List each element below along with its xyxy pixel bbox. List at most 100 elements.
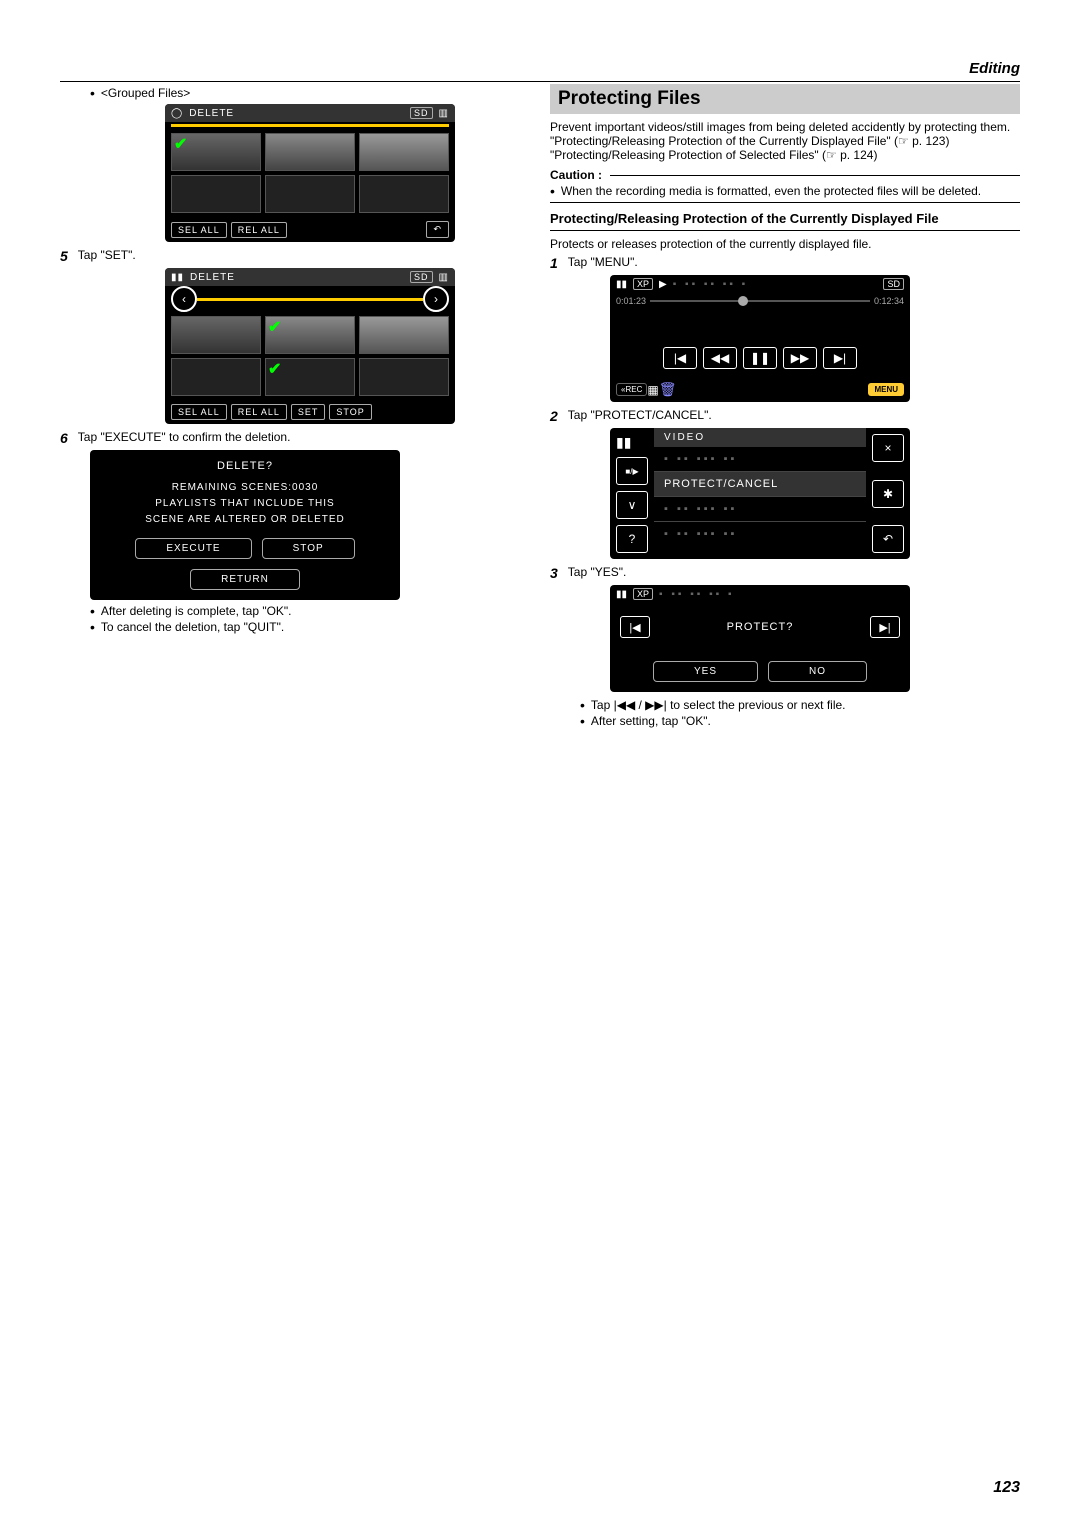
intro-text: Prevent important videos/still images fr…	[550, 120, 1020, 134]
video-icon: ▮▮	[616, 279, 627, 290]
caution-label: Caution :	[550, 168, 602, 182]
thumbnail[interactable]	[359, 316, 449, 354]
thumbnail[interactable]	[359, 175, 449, 213]
video-icon: ▮▮	[616, 589, 627, 600]
xp-badge: XP	[633, 278, 653, 290]
lcd-playback: ▮▮ XP ▶ ▪ ▪▪ ▪▪ ▪▪ ▪ SD 0:01:23 0:12:34 …	[610, 275, 910, 402]
protecting-files-title: Protecting Files	[550, 84, 1020, 114]
prev-file-button[interactable]: |◀	[620, 616, 650, 638]
step-number-5: 5	[60, 248, 68, 264]
back-button[interactable]: ↶	[426, 221, 449, 238]
thumbnail[interactable]	[171, 133, 261, 171]
ref-link-2: "Protecting/Releasing Protection of Sele…	[550, 148, 1020, 162]
step-number-2: 2	[550, 408, 558, 424]
lcd-video-menu: ▮▮ ■/▶ ∨ ? VIDEO ▪ ▪▪ ▪▪▪ ▪▪ PROTECT/CAN…	[610, 428, 910, 559]
rel-all-button[interactable]: REL ALL	[231, 222, 287, 238]
menu-item[interactable]: ▪ ▪▪ ▪▪▪ ▪▪	[654, 522, 866, 546]
lcd1-title: DELETE	[189, 108, 234, 119]
subsection-title: Protecting/Releasing Protection of the C…	[550, 211, 1020, 226]
trash-icon[interactable]: 🗑	[659, 381, 677, 398]
sd-icon: SD	[410, 107, 433, 119]
nav-note: Tap |◀◀ / ▶▶| to select the previous or …	[591, 698, 846, 712]
sd-icon: SD	[410, 271, 433, 283]
thumbnail[interactable]	[265, 175, 355, 213]
step-5-text: Tap "SET".	[78, 248, 136, 264]
next-page-button[interactable]: ›	[423, 286, 449, 312]
settings-button[interactable]: ✱	[872, 480, 904, 508]
step-number-6: 6	[60, 430, 68, 446]
rewind-button[interactable]: ◀◀	[703, 347, 737, 369]
time-total: 0:12:34	[874, 296, 904, 306]
thumbnail[interactable]	[171, 316, 261, 354]
thumbnail[interactable]	[265, 316, 355, 354]
menu-item[interactable]: ▪ ▪▪ ▪▪▪ ▪▪	[654, 447, 866, 472]
right-column: Protecting Files Prevent important video…	[550, 84, 1020, 730]
set-button[interactable]: SET	[291, 404, 326, 420]
execute-button[interactable]: EXECUTE	[135, 538, 251, 559]
xp-badge: XP	[633, 588, 653, 600]
rec-button[interactable]: «REC	[616, 383, 647, 396]
lcd-protect-confirm: ▮▮ XP ▪ ▪▪ ▪▪ ▪▪ ▪ |◀ PROTECT? ▶| YES NO	[610, 585, 910, 692]
playlist-note-1: PLAYLISTS THAT INCLUDE THIS	[100, 496, 390, 512]
no-button[interactable]: NO	[768, 661, 867, 682]
next-file-button[interactable]: ▶|	[870, 616, 900, 638]
menu-item[interactable]: ▪ ▪▪ ▪▪▪ ▪▪	[654, 497, 866, 522]
play-icon: ▶	[659, 279, 667, 290]
video-icon: ▮▮	[171, 272, 184, 283]
confirm-title: DELETE?	[100, 460, 390, 472]
thumbnail[interactable]	[265, 133, 355, 171]
lcd2-title: DELETE	[190, 272, 235, 283]
skip-next-button[interactable]: ▶|	[823, 347, 857, 369]
sel-all-button[interactable]: SEL ALL	[171, 404, 227, 420]
help-button[interactable]: ?	[616, 525, 648, 553]
protect-question: PROTECT?	[658, 611, 862, 643]
remaining-scenes: REMAINING SCENES:0030	[100, 480, 390, 496]
after-setting-note: After setting, tap "OK".	[591, 714, 711, 728]
confirm-delete-dialog: DELETE? REMAINING SCENES:0030 PLAYLISTS …	[90, 450, 400, 600]
lcd-delete-set: ▮▮ DELETE SD ▥ ‹ ›	[165, 268, 455, 424]
stop-button[interactable]: STOP	[329, 404, 371, 420]
sel-all-button[interactable]: SEL ALL	[171, 222, 227, 238]
menu-button[interactable]: MENU	[868, 383, 904, 396]
after-delete-note: After deleting is complete, tap "OK".	[101, 604, 292, 618]
step-number-1: 1	[550, 255, 558, 271]
subsection-desc: Protects or releases protection of the c…	[550, 237, 1020, 251]
step-3-text: Tap "YES".	[568, 565, 627, 581]
grouped-files-label: <Grouped Files>	[101, 86, 190, 100]
thumbnail[interactable]	[171, 175, 261, 213]
ref-link-1: "Protecting/Releasing Protection of the …	[550, 134, 1020, 148]
pause-button[interactable]: ❚❚	[743, 347, 777, 369]
yes-button[interactable]: YES	[653, 661, 758, 682]
step-1-text: Tap "MENU".	[568, 255, 638, 271]
thumbnail[interactable]	[359, 358, 449, 396]
down-button[interactable]: ∨	[616, 491, 648, 519]
step-6-text: Tap "EXECUTE" to confirm the deletion.	[78, 430, 291, 446]
battery-icon: ▥	[439, 272, 449, 283]
sd-icon: SD	[883, 278, 904, 290]
battery-icon: ▥	[439, 108, 449, 119]
skip-prev-button[interactable]: |◀	[663, 347, 697, 369]
prev-page-button[interactable]: ‹	[171, 286, 197, 312]
page-number: 123	[993, 1479, 1020, 1497]
thumbnail[interactable]	[359, 133, 449, 171]
back-button[interactable]: ↶	[872, 525, 904, 553]
menu-item-protect-cancel[interactable]: PROTECT/CANCEL	[654, 472, 866, 497]
thumbnail[interactable]	[265, 358, 355, 396]
playlist-note-2: SCENE ARE ALTERED OR DELETED	[100, 512, 390, 528]
close-button[interactable]: ×	[872, 434, 904, 462]
step-2-text: Tap "PROTECT/CANCEL".	[568, 408, 712, 424]
stop-button[interactable]: STOP	[262, 538, 355, 559]
caution-text: When the recording media is formatted, e…	[561, 184, 981, 198]
thumbnail[interactable]	[171, 358, 261, 396]
step-number-3: 3	[550, 565, 558, 581]
rec-play-toggle[interactable]: ■/▶	[616, 457, 648, 485]
left-column: <Grouped Files> ◯ DELETE SD ▥	[60, 84, 530, 730]
return-button[interactable]: RETURN	[190, 569, 300, 590]
menu-header: VIDEO	[654, 428, 866, 447]
forward-button[interactable]: ▶▶	[783, 347, 817, 369]
grid-icon[interactable]: ▦	[647, 383, 658, 397]
time-elapsed: 0:01:23	[616, 296, 646, 306]
video-icon: ▮▮	[616, 434, 648, 451]
seek-bar[interactable]	[650, 300, 870, 302]
rel-all-button[interactable]: REL ALL	[231, 404, 287, 420]
